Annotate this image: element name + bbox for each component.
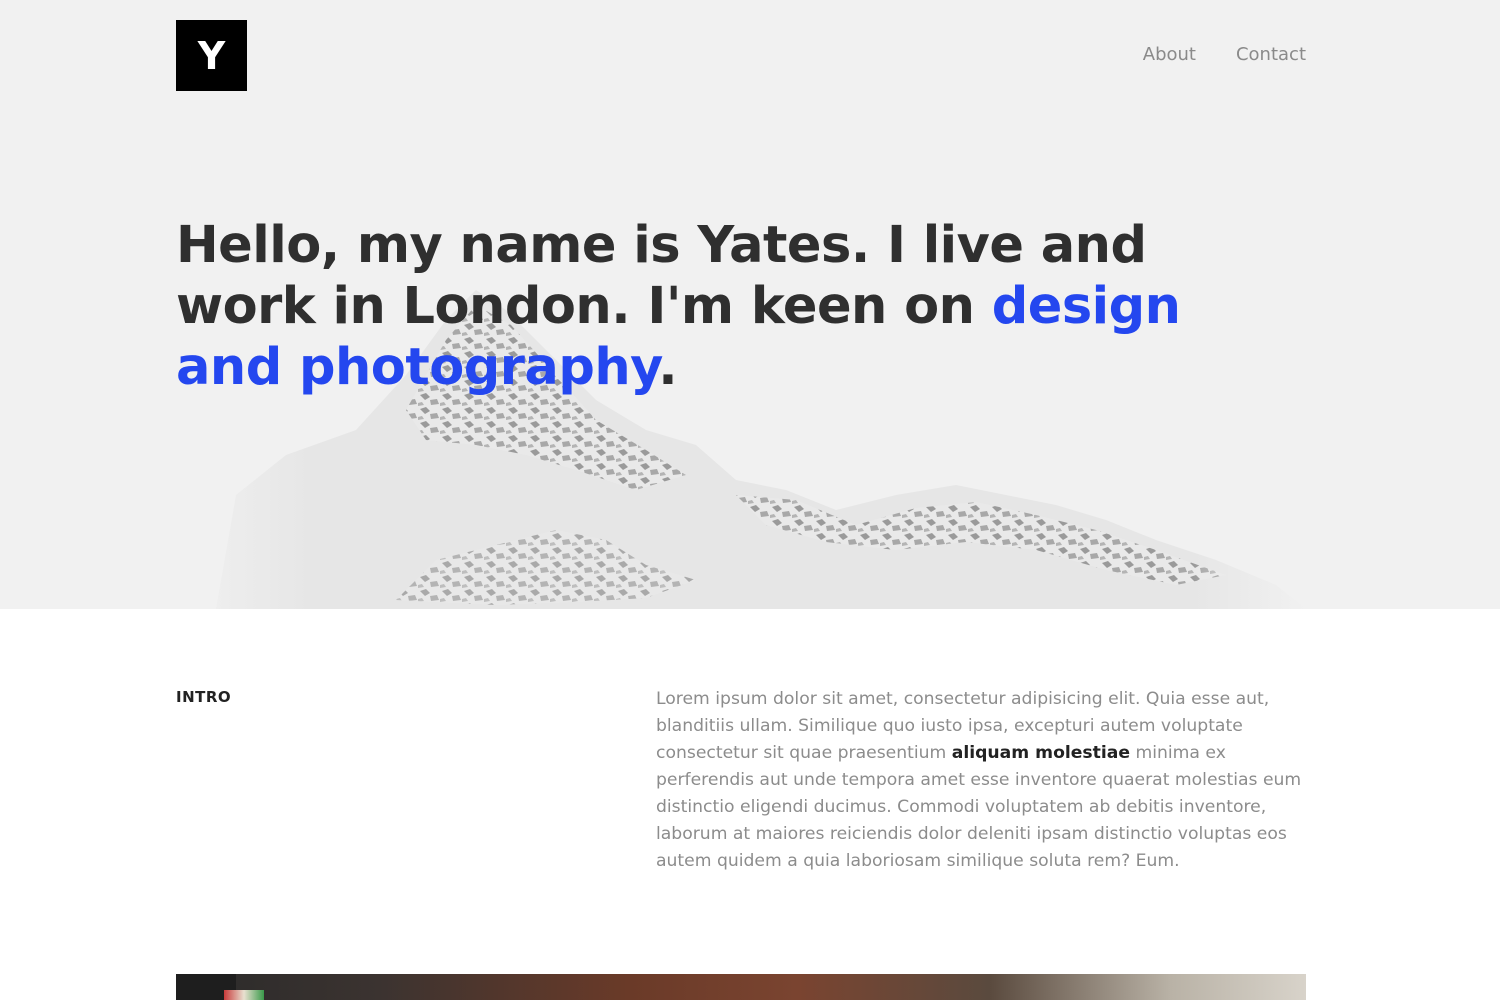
hero-headline: Hello, my name is Yates. I live and work… bbox=[176, 215, 1286, 398]
photo-detail bbox=[224, 990, 264, 1000]
logo-letter: Y bbox=[197, 33, 226, 78]
intro-paragraph: Lorem ipsum dolor sit amet, consectetur … bbox=[656, 686, 1306, 875]
intro-text-bold: aliquam molestiae bbox=[951, 743, 1131, 763]
headline-end: . bbox=[658, 338, 678, 397]
hero-section: Y About Contact Hello, my name is Yates.… bbox=[0, 0, 1500, 609]
intro-label: INTRO bbox=[176, 688, 232, 706]
main-nav: About Contact bbox=[1143, 44, 1306, 65]
nav-about[interactable]: About bbox=[1143, 44, 1196, 65]
logo-button[interactable]: Y bbox=[176, 20, 247, 91]
nav-contact[interactable]: Contact bbox=[1236, 44, 1306, 65]
gallery-image[interactable] bbox=[176, 974, 1306, 1000]
